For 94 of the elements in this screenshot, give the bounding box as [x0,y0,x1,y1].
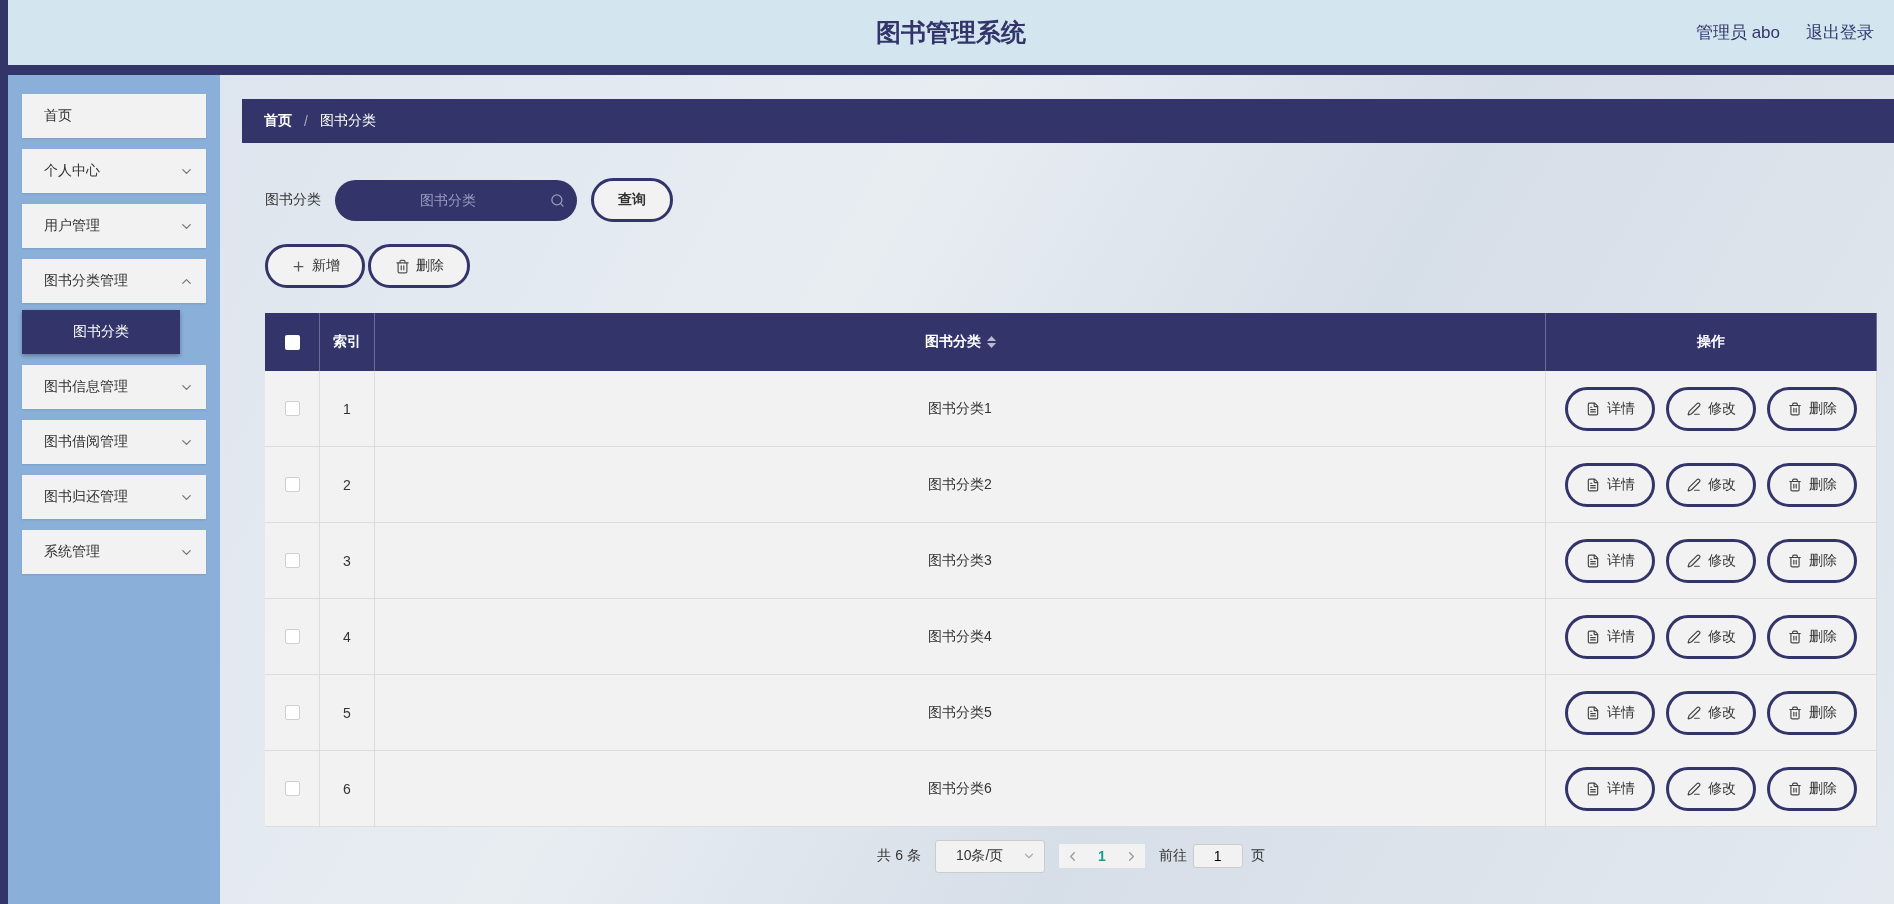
detail-button[interactable]: 详情 [1565,614,1655,659]
sidebar-subitem[interactable]: 图书分类 [22,310,180,354]
sidebar-item-label: 图书分类管理 [44,272,128,290]
edit-button[interactable]: 修改 [1666,462,1756,507]
document-icon [1585,705,1600,720]
sidebar-item[interactable]: 用户管理 [22,204,206,248]
pen-icon [1686,401,1701,416]
delete-button[interactable]: 删除 [368,244,470,288]
document-icon [1585,781,1600,796]
sidebar-item[interactable]: 首页 [22,94,206,138]
total-count: 共 6 条 [877,847,921,865]
detail-button[interactable]: 详情 [1565,386,1655,431]
trash-icon [394,258,410,274]
document-icon [1585,477,1600,492]
delete-button[interactable]: 删除 [1767,614,1857,659]
plus-icon [290,258,306,274]
table-cell: 2 [320,447,375,523]
table-cell: 4 [320,599,375,675]
trash-icon [1787,629,1802,644]
sidebar-item-label: 个人中心 [44,162,100,180]
search-label: 图书分类 [265,191,321,209]
sidebar-item[interactable]: 个人中心 [22,149,206,193]
document-icon [1585,629,1600,644]
app-title: 图书管理系统 [876,17,1026,48]
table-cell: 图书分类2 [375,447,1546,523]
sidebar-item-label: 图书归还管理 [44,488,128,506]
delete-button[interactable]: 删除 [1767,538,1857,583]
sidebar-item[interactable]: 图书分类管理 [22,259,206,303]
trash-icon [1787,781,1802,796]
query-button[interactable]: 查询 [591,178,673,222]
pen-icon [1686,629,1701,644]
pen-icon [1686,781,1701,796]
sidebar-item-label: 图书借阅管理 [44,433,128,451]
edit-button[interactable]: 修改 [1666,386,1756,431]
delete-button[interactable]: 删除 [1767,462,1857,507]
edit-button[interactable]: 修改 [1666,766,1756,811]
page-size-select[interactable]: 10条/页 [934,839,1045,873]
row-checkbox[interactable] [284,401,300,416]
row-checkbox[interactable] [284,705,300,720]
detail-button[interactable]: 详情 [1565,690,1655,735]
table-cell: 图书分类4 [375,599,1546,675]
trash-icon [1787,401,1802,416]
sidebar-item-label: 用户管理 [44,217,100,235]
detail-button[interactable]: 详情 [1565,538,1655,583]
edit-button[interactable]: 修改 [1666,690,1756,735]
table-cell: 1 [320,371,375,447]
edit-button[interactable]: 修改 [1666,614,1756,659]
add-button[interactable]: 新增 [265,244,365,288]
table-cell: 图书分类6 [375,751,1546,827]
page-suffix: 页 [1250,847,1265,865]
table-cell: 5 [320,675,375,751]
pen-icon [1686,705,1701,720]
select-all-checkbox[interactable] [284,334,300,350]
search-field[interactable]: 图书分类 [335,179,577,221]
search-icon [550,192,565,208]
table-cell: 3 [320,523,375,599]
page-input[interactable]: 1 [1192,844,1243,868]
sidebar-item[interactable]: 图书归还管理 [22,475,206,519]
sidebar-item-label: 系统管理 [44,543,100,561]
detail-button[interactable]: 详情 [1565,766,1655,811]
logout-link[interactable]: 退出登录 [1806,21,1874,44]
breadcrumb-item[interactable]: 首页 [264,112,292,130]
sidebar-item[interactable]: 图书信息管理 [22,365,206,409]
table-cell: 6 [320,751,375,827]
sidebar-item[interactable]: 图书借阅管理 [22,420,206,464]
delete-button[interactable]: 删除 [1767,766,1857,811]
breadcrumb-item: 图书分类 [319,112,376,130]
row-checkbox[interactable] [284,477,300,492]
sort-icon[interactable] [986,336,996,348]
column-header: 索引 [320,313,375,371]
table-cell: 图书分类5 [375,675,1546,751]
trash-icon [1787,705,1802,720]
detail-button[interactable]: 详情 [1565,462,1655,507]
delete-button[interactable]: 删除 [1767,690,1857,735]
table-cell: 图书分类3 [375,523,1546,599]
breadcrumb-separator: / [304,113,308,129]
document-icon [1585,553,1600,568]
sidebar-item-label: 图书信息管理 [44,378,128,396]
document-icon [1585,401,1600,416]
trash-icon [1787,477,1802,492]
trash-icon [1787,553,1802,568]
sidebar-item[interactable]: 系统管理 [22,530,206,574]
edit-button[interactable]: 修改 [1666,538,1756,583]
row-checkbox[interactable] [284,781,300,796]
table-cell: 图书分类1 [375,371,1546,447]
column-header: 操作 [1546,313,1877,371]
row-checkbox[interactable] [284,553,300,568]
pen-icon [1686,477,1701,492]
delete-button[interactable]: 删除 [1767,386,1857,431]
user-name: 管理员 abo [1695,22,1780,44]
goto-label: 前往 [1158,847,1187,865]
row-checkbox[interactable] [284,629,300,644]
column-header: 图书分类 [924,333,981,351]
pen-icon [1686,553,1701,568]
